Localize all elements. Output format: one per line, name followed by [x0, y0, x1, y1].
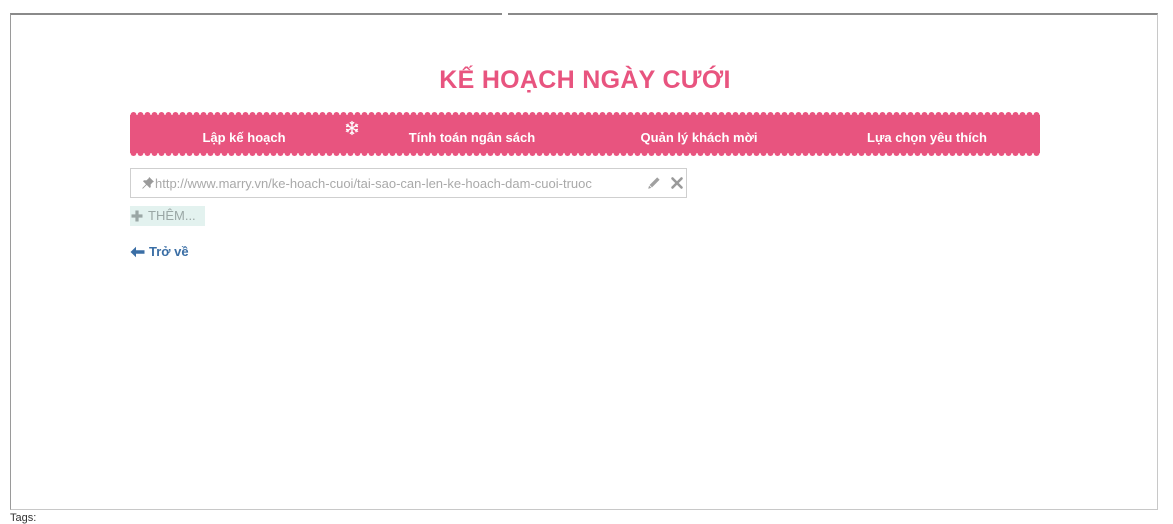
- link-field: [130, 168, 687, 198]
- nav-item-lua-chon-yeu-thich[interactable]: Lựa chọn yêu thích: [852, 130, 1002, 146]
- add-button-label: THÊM...: [148, 208, 196, 223]
- frame-notch: [502, 9, 508, 15]
- link-url-input[interactable]: [155, 173, 639, 193]
- add-button[interactable]: THÊM...: [130, 206, 205, 226]
- page-title: KẾ HOẠCH NGÀY CƯỚI: [439, 66, 731, 94]
- snowflake-icon: [345, 120, 359, 136]
- pencil-icon[interactable]: [647, 176, 661, 190]
- plus-icon: [131, 210, 143, 222]
- nav-item-quan-ly-khach-moi[interactable]: Quản lý khách mời: [624, 130, 774, 146]
- nav-item-lap-ke-hoach[interactable]: Lập kế hoạch: [182, 130, 306, 146]
- pin-icon: [142, 177, 154, 189]
- main-nav: Lập kế hoạch Tính toán ngân sách Quản lý…: [130, 112, 1040, 156]
- tags-label: Tags:: [10, 512, 37, 524]
- close-icon[interactable]: [670, 176, 684, 190]
- arrow-left-icon: [130, 246, 145, 258]
- back-link-label: Trở về: [149, 244, 189, 259]
- nav-item-tinh-toan-ngan-sach[interactable]: Tính toán ngân sách: [392, 130, 552, 146]
